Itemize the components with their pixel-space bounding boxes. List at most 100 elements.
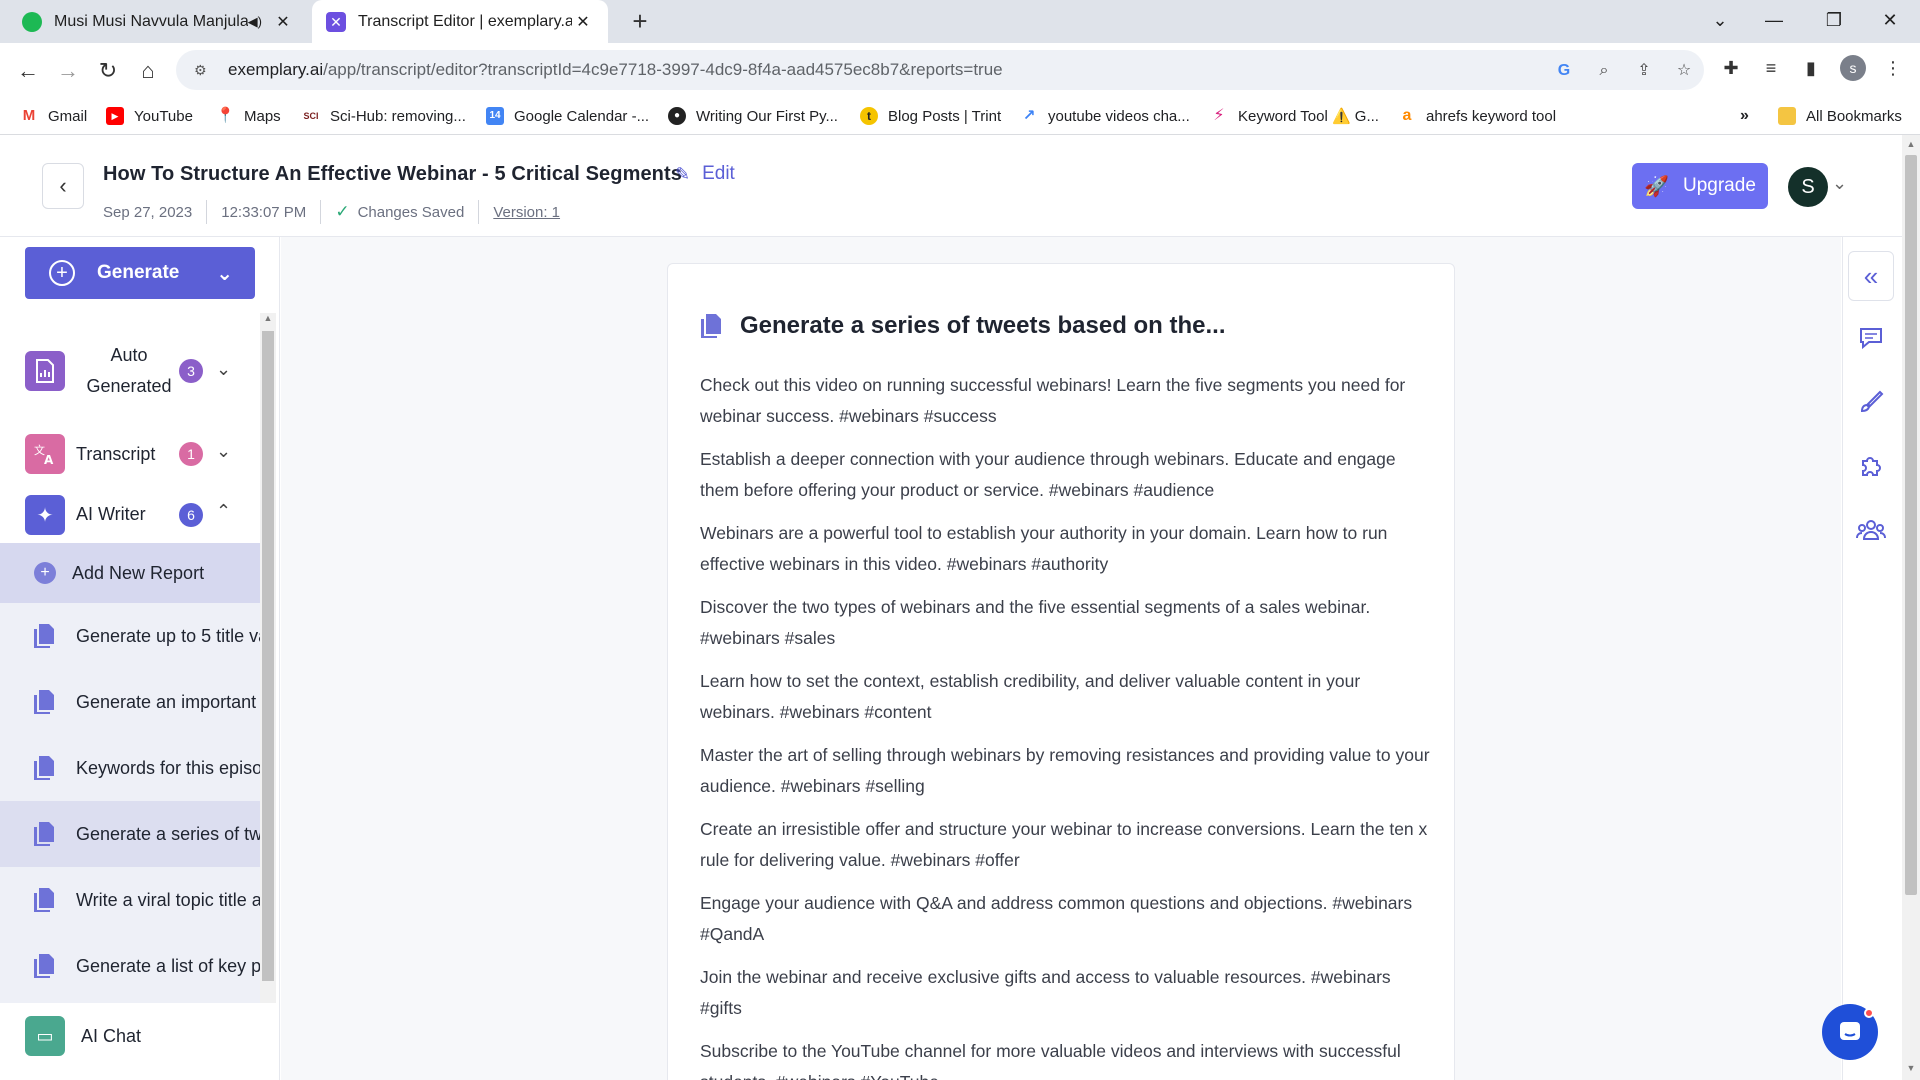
rocket-icon: 🚀 [1644, 175, 1669, 198]
bookmark-youtube-videos[interactable]: ↗ youtube videos cha... [1020, 103, 1190, 129]
chevron-down-icon[interactable]: ⌄ [216, 261, 233, 286]
share-icon[interactable]: ⇪ [1632, 59, 1656, 83]
scroll-up-arrow[interactable]: ▲ [260, 313, 276, 323]
report-item[interactable]: Keywords for this episode [0, 735, 260, 801]
report-title: Generate a series of tweets based on the… [740, 312, 1226, 339]
side-panel-icon[interactable]: ▮ [1798, 55, 1824, 81]
scroll-down-arrow[interactable]: ▼ [1902, 1063, 1920, 1073]
forward-arrow-icon[interactable]: → [52, 55, 84, 87]
tab-search-icon[interactable]: ⌄ [1692, 0, 1748, 40]
sidebar-category-auto-generated[interactable]: Auto Generated 3 ⌄ [0, 321, 260, 421]
close-icon[interactable]: ✕ [572, 12, 594, 32]
back-arrow-icon[interactable]: ← [12, 55, 44, 87]
sidebar-item-ai-chat[interactable]: ▭ AI Chat [0, 1003, 260, 1069]
report-item[interactable]: Write a viral topic title and [0, 867, 260, 933]
speaker-icon[interactable]: ◀) [248, 14, 262, 30]
trend-icon: ↗ [1022, 107, 1036, 124]
bookmark-keyword-tool[interactable]: ⚡ Keyword Tool ⚠️ G... [1210, 103, 1379, 129]
document-copy-icon [34, 822, 54, 846]
ahrefs-icon: a [1402, 107, 1412, 124]
bookmark-youtube[interactable]: ▶ YouTube [106, 103, 193, 129]
divider [206, 200, 208, 224]
browser-tab-editor[interactable]: ✕ Transcript Editor | exemplary.ai ✕ [312, 0, 608, 43]
tweet-item: Create an irresistible offer and structu… [700, 819, 1428, 870]
report-item-selected[interactable]: Generate a series of tweets [0, 801, 260, 867]
media-control-icon[interactable]: ≡ [1758, 55, 1784, 81]
chevron-left-icon: ‹ [59, 173, 67, 198]
browser-tab-music[interactable]: Musi Musi Navvula Manjula ◀) ✕ [8, 0, 308, 43]
brush-button[interactable] [1848, 377, 1894, 427]
report-header: Generate a series of tweets based on the… [700, 312, 1226, 340]
users-icon [1856, 520, 1886, 540]
page-scrollbar[interactable]: ▲ ▼ [1902, 135, 1920, 1080]
sidebar-category-ai-writer[interactable]: ✦ AI Writer 6 ⌃ [0, 487, 260, 543]
support-chat-button[interactable] [1822, 1004, 1878, 1060]
right-rail: « [1842, 237, 1902, 1080]
tab-title: Musi Musi Navvula Manjula [54, 12, 248, 30]
restore-button[interactable]: ❐ [1806, 0, 1862, 40]
scroll-up-arrow[interactable]: ▲ [1902, 139, 1920, 149]
extensions-icon[interactable]: ✚ [1718, 55, 1744, 81]
user-avatar[interactable]: S [1788, 167, 1828, 207]
window-close-button[interactable]: ✕ [1862, 0, 1918, 40]
new-tab-button[interactable]: + [624, 6, 656, 38]
site-info-icon[interactable]: ⚙ [194, 62, 214, 79]
chevron-down-icon[interactable]: ⌄ [216, 441, 231, 462]
tweet-item: Discover the two types of webinars and t… [700, 597, 1371, 648]
url-text[interactable]: exemplary.ai/app/transcript/editor?trans… [228, 60, 1003, 80]
divider [478, 200, 480, 224]
zoom-icon[interactable]: ⌕ [1592, 59, 1616, 83]
menu-kebab-icon[interactable]: ⋮ [1880, 55, 1906, 81]
minimize-button[interactable]: — [1746, 0, 1802, 40]
bookmark-trint[interactable]: t Blog Posts | Trint [860, 103, 1001, 129]
scroll-thumb[interactable] [1905, 155, 1917, 895]
report-item[interactable]: Generate an important quote [0, 669, 260, 735]
pencil-icon: ✎ [675, 163, 691, 184]
double-chevron-left-icon: « [1863, 260, 1879, 291]
profile-avatar[interactable]: s [1840, 55, 1866, 81]
comments-button[interactable] [1848, 313, 1894, 363]
check-icon: ✓ [335, 202, 350, 221]
team-button[interactable] [1848, 505, 1894, 555]
chevron-down-icon[interactable]: ⌄ [216, 359, 231, 380]
divider [320, 200, 322, 224]
integrations-button[interactable] [1848, 441, 1894, 491]
bookmark-ahrefs[interactable]: a ahrefs keyword tool [1398, 103, 1557, 129]
google-lens-icon[interactable]: G [1552, 59, 1576, 83]
bookmark-gmail[interactable]: M Gmail [20, 103, 87, 129]
svg-text:A: A [44, 453, 54, 466]
sidebar-category-transcript[interactable]: 文A Transcript 1 ⌄ [0, 421, 260, 487]
edit-title-button[interactable]: ✎ Edit [675, 163, 735, 185]
app-header: ‹ How To Structure An Effective Webinar … [0, 135, 1902, 237]
chevron-up-icon[interactable]: ⌃ [216, 501, 231, 522]
github-icon: ● [668, 107, 686, 125]
sidebar-scrollbar[interactable]: ▲ [260, 313, 276, 1003]
tweet-list: Check out this video on running successf… [700, 370, 1430, 1080]
home-icon[interactable]: ⌂ [132, 55, 164, 87]
generate-button[interactable]: + Generate ⌄ [25, 247, 255, 299]
bookmark-calendar[interactable]: 14 Google Calendar -... [486, 103, 649, 129]
collapse-panel-button[interactable]: « [1848, 251, 1894, 301]
browser-tabstrip: Musi Musi Navvula Manjula ◀) ✕ ✕ Transcr… [0, 0, 1920, 43]
bookmark-writing-python[interactable]: ● Writing Our First Py... [668, 103, 838, 129]
scroll-thumb[interactable] [262, 331, 274, 981]
report-item[interactable]: Generate up to 5 title variations [0, 603, 260, 669]
upgrade-button[interactable]: 🚀 Upgrade [1632, 163, 1768, 209]
all-bookmarks[interactable]: All Bookmarks [1778, 103, 1902, 129]
report-item[interactable]: Generate a list of key p... [0, 933, 260, 999]
back-button[interactable]: ‹ [42, 163, 84, 209]
chevron-down-icon[interactable]: ⌄ [1832, 173, 1847, 194]
version-link[interactable]: Version: 1 [493, 204, 560, 221]
calendar-icon: 14 [486, 107, 504, 125]
bookmark-scihub[interactable]: SCI Sci-Hub: removing... [302, 103, 465, 129]
close-icon[interactable]: ✕ [272, 12, 294, 32]
sidebar-category-label: Transcript [76, 444, 156, 464]
bookmark-maps[interactable]: 📍 Maps [216, 103, 281, 129]
star-icon[interactable]: ☆ [1672, 59, 1696, 83]
sidebar-category-label: AI Writer [76, 504, 146, 524]
bookmarks-overflow-icon[interactable]: » [1740, 103, 1749, 129]
address-bar[interactable]: ⚙ exemplary.ai/app/transcript/editor?tra… [176, 50, 1704, 90]
scihub-icon: SCI [303, 111, 319, 121]
add-new-report-button[interactable]: + Add New Report [0, 543, 260, 603]
reload-icon[interactable]: ↻ [92, 55, 124, 87]
